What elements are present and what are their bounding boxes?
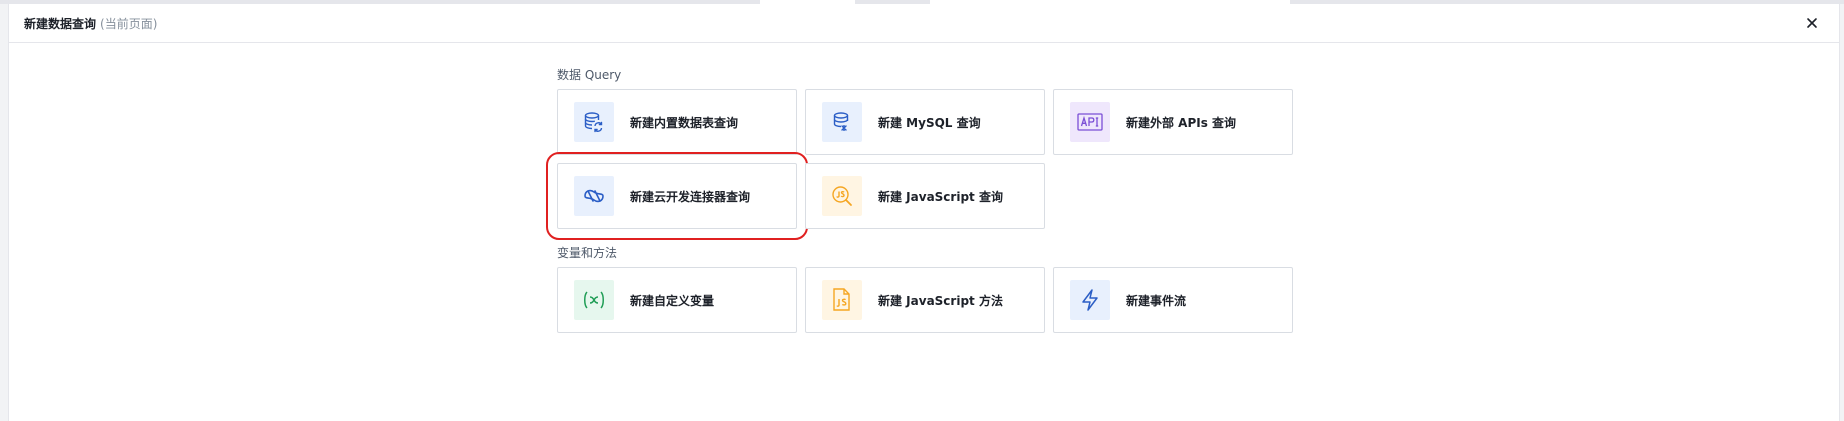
- database-sync-icon: [574, 102, 614, 142]
- section-title-data-query: 数据 Query: [557, 68, 622, 82]
- variable-x-icon: [574, 280, 614, 320]
- new-mysql-query-card[interactable]: 新建 MySQL 查询: [805, 89, 1045, 155]
- js-search-icon: [822, 176, 862, 216]
- close-icon[interactable]: [1803, 14, 1821, 32]
- api-icon: [1070, 102, 1110, 142]
- new-custom-variable-card[interactable]: 新建自定义变量: [557, 267, 797, 333]
- dialog-title: 新建数据查询: [24, 16, 97, 31]
- new-data-query-dialog: 新建数据查询 (当前页面) 数据 Query 新建内置数据表查询 新建 MySQ…: [8, 4, 1840, 421]
- variables-methods-grid: 新建自定义变量 新建 JavaScript 方法 新建事件流: [557, 267, 1317, 333]
- card-label: 新建 JavaScript 查询: [878, 189, 1003, 204]
- new-event-flow-card[interactable]: 新建事件流: [1053, 267, 1293, 333]
- card-label: 新建 JavaScript 方法: [878, 293, 1003, 308]
- card-label: 新建云开发连接器查询: [630, 189, 751, 204]
- new-external-api-query-card[interactable]: 新建外部 APIs 查询: [1053, 89, 1293, 155]
- new-builtin-table-query-card[interactable]: 新建内置数据表查询: [557, 89, 797, 155]
- card-label: 新建事件流: [1126, 293, 1187, 308]
- new-cloud-connector-query-card[interactable]: 新建云开发连接器查询: [546, 152, 808, 240]
- data-query-grid: 新建内置数据表查询 新建 MySQL 查询 新建外部 APIs 查询 新建云开发…: [546, 89, 1317, 240]
- connector-icon: [574, 176, 614, 216]
- js-file-icon: [822, 280, 862, 320]
- dialog-subtitle: (当前页面): [100, 16, 158, 31]
- card-label: 新建 MySQL 查询: [878, 115, 981, 130]
- card-label: 新建内置数据表查询: [630, 115, 739, 130]
- query-options: 数据 Query 新建内置数据表查询 新建 MySQL 查询 新建外部 APIs…: [546, 67, 1317, 333]
- dialog-header: 新建数据查询 (当前页面): [9, 4, 1839, 43]
- card-label: 新建自定义变量: [630, 293, 715, 308]
- new-javascript-query-card[interactable]: 新建 JavaScript 查询: [805, 163, 1045, 229]
- database-cloud-icon: [822, 102, 862, 142]
- new-javascript-method-card[interactable]: 新建 JavaScript 方法: [805, 267, 1045, 333]
- lightning-icon: [1070, 280, 1110, 320]
- section-title-variables-methods: 变量和方法: [557, 246, 618, 260]
- card-label: 新建外部 APIs 查询: [1126, 115, 1237, 130]
